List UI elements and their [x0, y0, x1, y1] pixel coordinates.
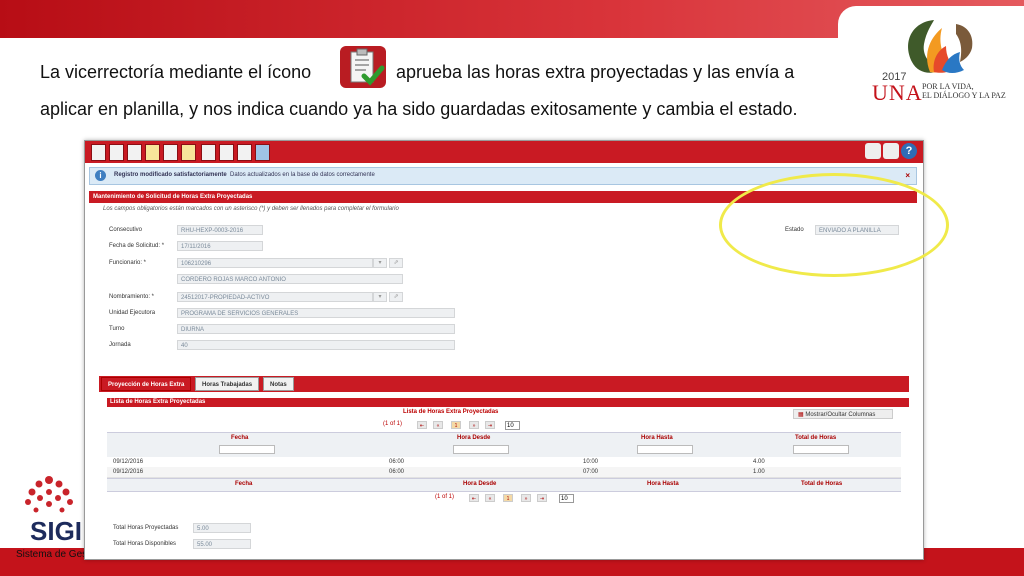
rows-per-page-top[interactable]: 10	[505, 421, 520, 430]
slide-text-line1-a: La vicerrectoría mediante el ícono	[40, 62, 312, 82]
slide-text-line2: aplicar en planilla, y nos indica cuando…	[40, 99, 798, 119]
fecha-field[interactable]: 17/11/2016	[177, 241, 263, 251]
toggle-columns-label: Mostrar/Ocultar Columnas	[805, 412, 876, 418]
filter-hora-hasta[interactable]	[637, 445, 693, 454]
user-icon[interactable]	[255, 144, 270, 161]
cell-total-horas: 4.00	[753, 459, 765, 465]
hierarchy-icon[interactable]	[201, 144, 216, 161]
edit-icon[interactable]	[163, 144, 178, 161]
toggle-columns-button[interactable]: ▦ Mostrar/Ocultar Columnas	[793, 409, 893, 419]
sigi-brand: SIGI	[30, 516, 83, 546]
last-page-icon[interactable]: ⇥	[485, 421, 495, 429]
copy-icon[interactable]	[109, 144, 124, 161]
grid-header: Fecha Hora Desde Hora Hasta Total de Hor…	[107, 432, 901, 457]
logo-name: UNA	[872, 80, 923, 105]
nombramiento-label: Nombramiento: *	[109, 294, 155, 300]
funcionario-dropdown-icon[interactable]: ▾	[373, 258, 387, 268]
cell-hora-hasta: 10:00	[583, 459, 599, 465]
nombramiento-link-icon[interactable]: ⇗	[389, 292, 403, 302]
highlight-ellipse	[719, 173, 949, 277]
prev-page-icon[interactable]: «	[433, 421, 443, 429]
consecutivo-label: Consecutivo	[109, 227, 143, 233]
page-number-top[interactable]: 1	[451, 421, 461, 429]
last-page-icon[interactable]: ⇥	[537, 494, 547, 502]
funcionario-name-field[interactable]: CORDERO ROJAS MARCO ANTONIO	[177, 274, 403, 284]
jornada-label: Jornada	[109, 342, 131, 348]
filter-total-horas[interactable]	[793, 445, 849, 454]
attach-icon[interactable]	[883, 143, 899, 159]
col-hora-desde[interactable]: Hora Desde	[457, 435, 490, 441]
cell-total-horas: 1.00	[753, 469, 765, 475]
grid-footer: Fecha Hora Desde Hora Hasta Total de Hor…	[107, 478, 901, 492]
funcionario-label: Funcionario: *	[109, 260, 147, 266]
tab-horas-trabajadas[interactable]: Horas Trabajadas	[195, 377, 260, 391]
prev-page-icon[interactable]: «	[485, 494, 495, 502]
tab-bar: Proyección de Horas Extra Horas Trabajad…	[99, 376, 909, 392]
total-disponibles-field[interactable]: 55.00	[193, 539, 251, 549]
close-message-button[interactable]: ×	[905, 171, 910, 180]
tab-notas[interactable]: Notas	[263, 377, 294, 391]
footer-fecha: Fecha	[235, 481, 253, 487]
info-icon: i	[95, 170, 106, 181]
slide-text-line1-b: aprueba las horas extra proyectadas y la…	[396, 62, 795, 82]
footer-hora-hasta: Hora Hasta	[647, 481, 679, 487]
list-title: Lista de Horas Extra Proyectadas	[107, 398, 909, 407]
message-title: Registro modificado satisfactoriamente	[114, 172, 227, 178]
grid-icon[interactable]	[219, 144, 234, 161]
cell-hora-hasta: 07:00	[583, 469, 599, 475]
clipboard-check-icon	[340, 46, 386, 88]
first-page-icon[interactable]: ⇤	[417, 421, 427, 429]
cell-fecha: 09/12/2016	[113, 459, 144, 465]
col-total-horas[interactable]: Total de Horas	[795, 435, 836, 441]
approve-send-icon[interactable]	[181, 144, 196, 161]
fecha-label: Fecha de Solicitud: *	[109, 243, 165, 249]
first-page-icon[interactable]: ⇤	[469, 494, 479, 502]
app-toolbar: ?	[85, 141, 923, 163]
required-note: Los campos obligatorios están marcados c…	[103, 206, 399, 212]
report-icon[interactable]	[237, 144, 252, 161]
footer-hora-desde: Hora Desde	[463, 481, 497, 487]
funcionario-id-field[interactable]: 106210296	[177, 258, 373, 268]
tab-proyeccion[interactable]: Proyección de Horas Extra	[101, 377, 192, 391]
page-number-bottom[interactable]: 1	[503, 494, 513, 502]
approve-icon[interactable]	[145, 144, 160, 161]
cell-hora-desde: 06:00	[389, 469, 405, 475]
help-icon[interactable]: ?	[901, 143, 917, 159]
card-icon[interactable]	[865, 143, 881, 159]
filter-hora-desde[interactable]	[453, 445, 509, 454]
nombramiento-dropdown-icon[interactable]: ▾	[373, 292, 387, 302]
col-hora-hasta[interactable]: Hora Hasta	[641, 435, 673, 441]
grid-title: Lista de Horas Extra Proyectadas	[403, 409, 499, 415]
message-detail: Datos actualizados en la base de datos c…	[230, 172, 375, 178]
cell-fecha: 09/12/2016	[113, 469, 144, 475]
cell-hora-desde: 06:00	[389, 459, 405, 465]
logo-tagline-1: POR LA VIDA,	[922, 82, 974, 91]
document-icon[interactable]	[127, 144, 142, 161]
filter-fecha[interactable]	[219, 445, 275, 454]
col-fecha[interactable]: Fecha	[231, 435, 248, 441]
rows-per-page-bottom[interactable]: 10	[559, 494, 574, 503]
logo-tagline-2: EL DIÁLOGO Y LA PAZ	[922, 91, 1006, 100]
funcionario-link-icon[interactable]: ⇗	[389, 258, 403, 268]
footer-total-horas: Total de Horas	[801, 481, 843, 487]
total-disponibles-label: Total Horas Disponibles	[113, 541, 177, 547]
page-info-top: (1 of 1)	[383, 421, 403, 427]
total-proyectadas-label: Total Horas Proyectadas	[113, 525, 179, 531]
next-page-icon[interactable]: »	[521, 494, 531, 502]
consecutivo-field[interactable]: RHU-HEXP-0003-2016	[177, 225, 263, 235]
turno-field[interactable]: DIURNA	[177, 324, 455, 334]
turno-label: Turno	[109, 326, 125, 332]
total-proyectadas-field[interactable]: 5.00	[193, 523, 251, 533]
unidad-field[interactable]: PROGRAMA DE SERVICIOS GENERALES	[177, 308, 455, 318]
page-info-bottom: (1 of 1)	[435, 494, 455, 500]
table-row[interactable]: 09/12/2016 06:00 07:00 1.00	[107, 467, 901, 478]
next-page-icon[interactable]: »	[469, 421, 479, 429]
unidad-label: Unidad Ejecutora	[109, 310, 156, 316]
jornada-field[interactable]: 40	[177, 340, 455, 350]
new-icon[interactable]	[91, 144, 106, 161]
nombramiento-field[interactable]: 24512017-PROPIEDAD-ACTIVO	[177, 292, 373, 302]
